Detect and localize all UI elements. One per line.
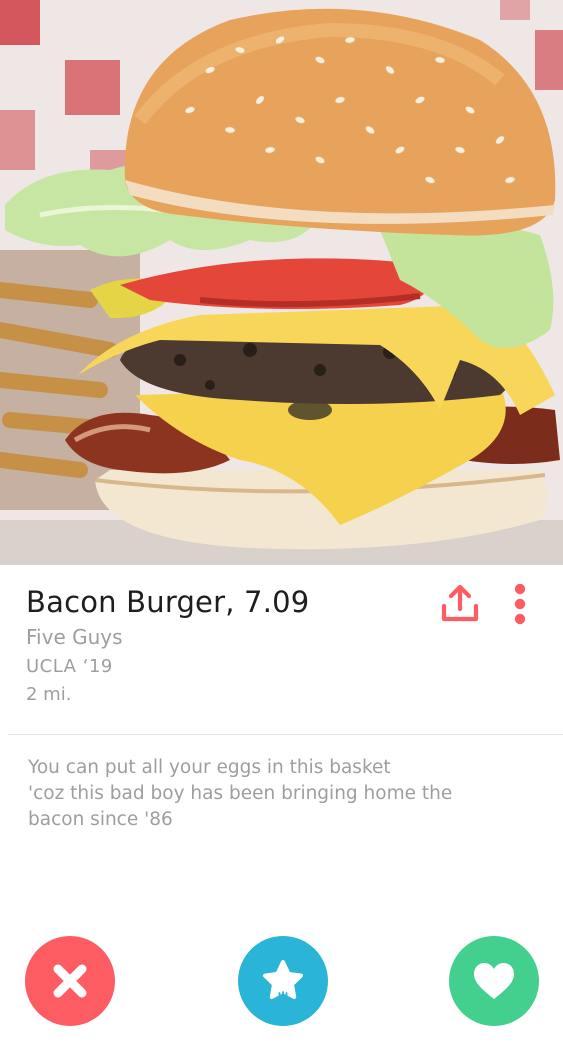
super-like-button[interactable] (238, 936, 328, 1026)
heart-icon (474, 963, 514, 999)
profile-restaurant: Five Guys (26, 625, 123, 649)
vertical-dots-icon (514, 583, 526, 625)
profile-distance: 2 mi. (26, 684, 72, 705)
share-upload-icon (441, 584, 479, 622)
share-button[interactable] (438, 584, 482, 624)
burger-image (0, 0, 563, 565)
close-x-icon (53, 964, 87, 998)
profile-info: Bacon Burger, 7.09 Five Guys UCLA ‘19 2 … (0, 565, 563, 735)
divider (8, 734, 563, 735)
star-icon (263, 960, 303, 1000)
like-button[interactable] (449, 936, 539, 1026)
profile-school: UCLA ‘19 (26, 656, 113, 677)
profile-bio: You can put all your eggs in this basket… (28, 755, 548, 833)
profile-photo[interactable] (0, 0, 563, 565)
profile-title: Bacon Burger, 7.09 (26, 585, 310, 619)
bio-line: bacon since '86 (28, 809, 173, 830)
nope-button[interactable] (25, 936, 115, 1026)
bio-line: 'coz this bad boy has been bringing home… (28, 783, 453, 804)
bio-line: You can put all your eggs in this basket (28, 757, 391, 778)
more-options-button[interactable] (508, 582, 532, 628)
